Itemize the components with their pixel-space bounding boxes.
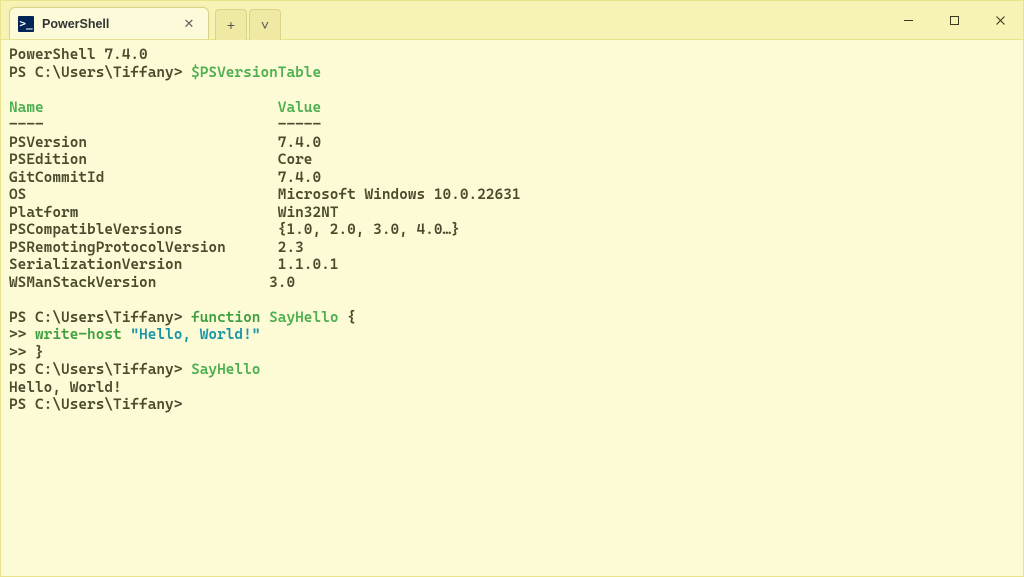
- row-value: {1.0, 2.0, 3.0, 4.0…}: [278, 221, 460, 238]
- prompt: PS C:\Users\Tiffany>: [9, 309, 182, 326]
- row-name: WSManStackVersion: [9, 274, 156, 291]
- prompt: PS C:\Users\Tiffany>: [9, 361, 182, 378]
- prompt: PS C:\Users\Tiffany>: [9, 64, 182, 81]
- powershell-icon: >_: [18, 16, 34, 32]
- tab-close-button[interactable]: ✕: [180, 15, 198, 33]
- kw-function: function: [191, 309, 260, 326]
- cmdlet: write-host: [35, 326, 122, 343]
- close-window-button[interactable]: [977, 5, 1023, 35]
- row-name: OS: [9, 186, 26, 203]
- row-value: Microsoft Windows 10.0.22631: [278, 186, 521, 203]
- powershell-window: >_ PowerShell ✕ + ˅ PowerShell 7.4.0 PS …: [0, 0, 1024, 577]
- row-value: 7.4.0: [278, 169, 321, 186]
- call: SayHello: [191, 361, 260, 378]
- row-name: GitCommitId: [9, 169, 104, 186]
- output-line: Hello, World!: [9, 379, 122, 396]
- command: $PSVersionTable: [191, 64, 321, 81]
- row-value: Core: [278, 151, 313, 168]
- terminal-body[interactable]: PowerShell 7.4.0 PS C:\Users\Tiffany> $P…: [1, 40, 1023, 576]
- row-name: Platform: [9, 204, 78, 221]
- row-value: 1.1.0.1: [278, 256, 339, 273]
- func-name: SayHello: [269, 309, 338, 326]
- row-value: 3.0: [269, 274, 295, 291]
- close-icon: [995, 15, 1006, 26]
- row-name: SerializationVersion: [9, 256, 182, 273]
- minimize-button[interactable]: [885, 5, 931, 35]
- tab-dropdown-button[interactable]: ˅: [249, 9, 281, 40]
- row-value: 7.4.0: [278, 134, 321, 151]
- col-value: Value: [278, 99, 321, 116]
- row-name: PSVersion: [9, 134, 87, 151]
- string-literal: "Hello, World!": [130, 326, 260, 343]
- row-value: 2.3: [278, 239, 304, 256]
- maximize-icon: [949, 15, 960, 26]
- version-line: PowerShell 7.4.0: [9, 46, 148, 63]
- tab-powershell[interactable]: >_ PowerShell ✕: [9, 7, 209, 39]
- col-name: Name: [9, 99, 44, 116]
- brace-close: }: [35, 344, 44, 361]
- tab-row: >_ PowerShell ✕ + ˅: [1, 1, 283, 39]
- console-output: PowerShell 7.4.0 PS C:\Users\Tiffany> $P…: [9, 46, 1015, 414]
- new-tab-button[interactable]: +: [215, 9, 247, 40]
- row-value: Win32NT: [278, 204, 339, 221]
- col-dash2: -----: [278, 116, 321, 133]
- col-dash: ----: [9, 116, 44, 133]
- tab-actions: + ˅: [215, 4, 283, 42]
- cont-prompt: >>: [9, 326, 26, 343]
- maximize-button[interactable]: [931, 5, 977, 35]
- title-bar: >_ PowerShell ✕ + ˅: [1, 1, 1023, 40]
- cont-prompt: >>: [9, 344, 26, 361]
- tab-title: PowerShell: [42, 17, 180, 31]
- row-name: PSCompatibleVersions: [9, 221, 182, 238]
- row-name: PSEdition: [9, 151, 87, 168]
- window-controls: [885, 1, 1023, 39]
- row-name: PSRemotingProtocolVersion: [9, 239, 226, 256]
- brace-open: {: [347, 309, 356, 326]
- prompt: PS C:\Users\Tiffany>: [9, 396, 182, 413]
- minimize-icon: [903, 15, 914, 26]
